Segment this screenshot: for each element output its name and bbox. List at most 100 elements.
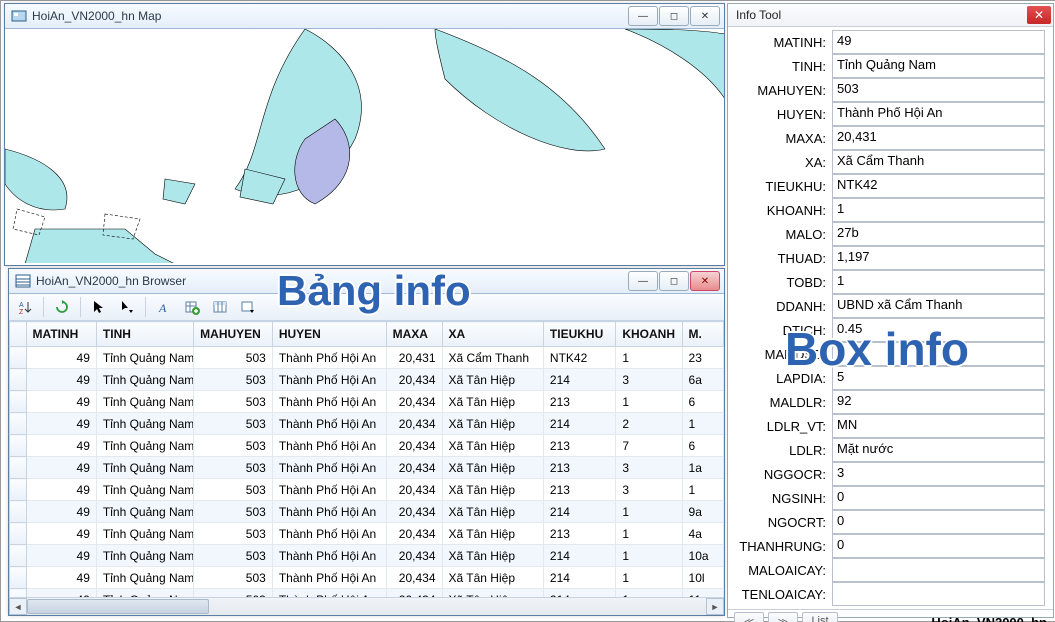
cell[interactable]: 49 — [26, 347, 96, 369]
info-field-value[interactable]: Tỉnh Quảng Nam — [832, 54, 1045, 78]
cell[interactable]: Xã Tân Hiệp — [442, 391, 543, 413]
cell[interactable]: Thành Phố Hội An — [272, 457, 386, 479]
cell[interactable]: 6 — [682, 391, 723, 413]
info-tool-titlebar[interactable]: Info Tool ✕ — [728, 4, 1053, 27]
cell[interactable]: 1 — [616, 391, 682, 413]
refresh-button[interactable] — [50, 295, 74, 319]
list-button[interactable]: List — [802, 612, 838, 622]
cell[interactable]: 7 — [616, 435, 682, 457]
info-field-value[interactable]: Xã Cẩm Thanh — [832, 150, 1045, 174]
cell[interactable]: 20,434 — [386, 391, 442, 413]
info-field-value[interactable]: 1,197 — [832, 246, 1045, 270]
info-field-value[interactable]: 92 — [832, 390, 1045, 414]
picker-dropdown-button[interactable] — [115, 295, 139, 319]
cell[interactable]: 3 — [616, 369, 682, 391]
info-field-value[interactable]: NTK42 — [832, 174, 1045, 198]
cell[interactable]: 214 — [543, 567, 615, 589]
info-field-value[interactable]: 20,431 — [832, 126, 1045, 150]
cell[interactable]: 503 — [194, 567, 273, 589]
table-row[interactable]: 49Tỉnh Quảng Nam503Thành Phố Hội An20,43… — [10, 391, 724, 413]
cell[interactable]: 6a — [682, 369, 723, 391]
cell[interactable]: 9a — [682, 501, 723, 523]
cell[interactable]: Tỉnh Quảng Nam — [96, 457, 193, 479]
info-field-value[interactable]: 27b — [832, 222, 1045, 246]
info-field-value[interactable]: 0.45 — [832, 318, 1045, 342]
cell[interactable]: 503 — [194, 369, 273, 391]
column-header[interactable]: KHOANH — [616, 322, 682, 347]
info-field-value[interactable]: MN — [832, 414, 1045, 438]
cell[interactable]: 1 — [682, 413, 723, 435]
cell[interactable]: 214 — [543, 369, 615, 391]
cell[interactable]: 503 — [194, 391, 273, 413]
cell[interactable]: 20,434 — [386, 369, 442, 391]
sort-az-button[interactable]: AZ — [13, 295, 37, 319]
cell[interactable]: 20,434 — [386, 545, 442, 567]
table-row[interactable]: 49Tỉnh Quảng Nam503Thành Phố Hội An20,43… — [10, 369, 724, 391]
info-field-value[interactable]: Thành Phố Hội An — [832, 102, 1045, 126]
info-field-value[interactable]: 1 — [832, 270, 1045, 294]
cell[interactable]: Xã Tân Hiệp — [442, 479, 543, 501]
data-grid[interactable]: MATINHTINHMAHUYENHUYENMAXAXATIEUKHUKHOAN… — [9, 321, 724, 615]
table-row[interactable]: 49Tỉnh Quảng Nam503Thành Phố Hội An20,43… — [10, 413, 724, 435]
info-field-value[interactable]: 5 — [832, 366, 1045, 390]
cell[interactable]: Xã Tân Hiệp — [442, 501, 543, 523]
cell[interactable]: Thành Phố Hội An — [272, 567, 386, 589]
info-field-value[interactable] — [832, 558, 1045, 582]
maximize-button[interactable]: ◻ — [659, 6, 689, 26]
cell[interactable]: Tỉnh Quảng Nam — [96, 545, 193, 567]
cell[interactable]: 1 — [616, 347, 682, 369]
info-field-value[interactable]: 3 — [832, 462, 1045, 486]
cell[interactable]: 503 — [194, 545, 273, 567]
cell[interactable]: Thành Phố Hội An — [272, 369, 386, 391]
cell[interactable]: Thành Phố Hội An — [272, 413, 386, 435]
cell[interactable]: Xã Cẩm Thanh — [442, 347, 543, 369]
cell[interactable]: 49 — [26, 413, 96, 435]
cell[interactable]: 503 — [194, 523, 273, 545]
minimize-button[interactable]: — — [628, 271, 658, 291]
cell[interactable]: Thành Phố Hội An — [272, 501, 386, 523]
cell[interactable]: 213 — [543, 457, 615, 479]
info-field-value[interactable] — [832, 582, 1045, 606]
column-header[interactable]: MAXA — [386, 322, 442, 347]
cell[interactable]: 10l — [682, 567, 723, 589]
info-field-value[interactable]: 0 — [832, 486, 1045, 510]
cell[interactable]: Thành Phố Hội An — [272, 435, 386, 457]
cell[interactable]: 20,434 — [386, 413, 442, 435]
cell[interactable]: 20,431 — [386, 347, 442, 369]
cell[interactable]: Thành Phố Hội An — [272, 479, 386, 501]
info-field-value[interactable]: UBND xã Cẩm Thanh — [832, 294, 1045, 318]
cell[interactable]: 4a — [682, 523, 723, 545]
maximize-button[interactable]: ◻ — [659, 271, 689, 291]
cell[interactable]: Tỉnh Quảng Nam — [96, 501, 193, 523]
cell[interactable]: Xã Tân Hiệp — [442, 435, 543, 457]
cell[interactable]: 20,434 — [386, 501, 442, 523]
cell[interactable]: Thành Phố Hội An — [272, 523, 386, 545]
cell[interactable]: 20,434 — [386, 457, 442, 479]
cell[interactable]: 1 — [616, 545, 682, 567]
table-row[interactable]: 49Tỉnh Quảng Nam503Thành Phố Hội An20,43… — [10, 457, 724, 479]
cell[interactable]: Tỉnh Quảng Nam — [96, 567, 193, 589]
cell[interactable]: Xã Tân Hiệp — [442, 545, 543, 567]
cell[interactable]: 213 — [543, 435, 615, 457]
close-button[interactable]: ✕ — [690, 6, 720, 26]
select-tool-button[interactable] — [87, 295, 111, 319]
options-dropdown-button[interactable] — [236, 295, 260, 319]
cell[interactable]: Xã Tân Hiệp — [442, 369, 543, 391]
prev-record-button[interactable]: ≪ — [734, 612, 764, 622]
cell[interactable]: 49 — [26, 391, 96, 413]
cell[interactable]: 10a — [682, 545, 723, 567]
cell[interactable]: Tỉnh Quảng Nam — [96, 435, 193, 457]
cell[interactable]: 1 — [682, 479, 723, 501]
cell[interactable]: 213 — [543, 391, 615, 413]
cell[interactable]: Tỉnh Quảng Nam — [96, 413, 193, 435]
cell[interactable]: 20,434 — [386, 435, 442, 457]
column-header[interactable]: XA — [442, 322, 543, 347]
cell[interactable]: Xã Tân Hiệp — [442, 457, 543, 479]
cell[interactable]: 23 — [682, 347, 723, 369]
cell[interactable]: 503 — [194, 457, 273, 479]
info-field-value[interactable]: 0 — [832, 534, 1045, 558]
cell[interactable]: Tỉnh Quảng Nam — [96, 369, 193, 391]
cell[interactable]: 20,434 — [386, 567, 442, 589]
cell[interactable]: Thành Phố Hội An — [272, 545, 386, 567]
cell[interactable]: 49 — [26, 479, 96, 501]
